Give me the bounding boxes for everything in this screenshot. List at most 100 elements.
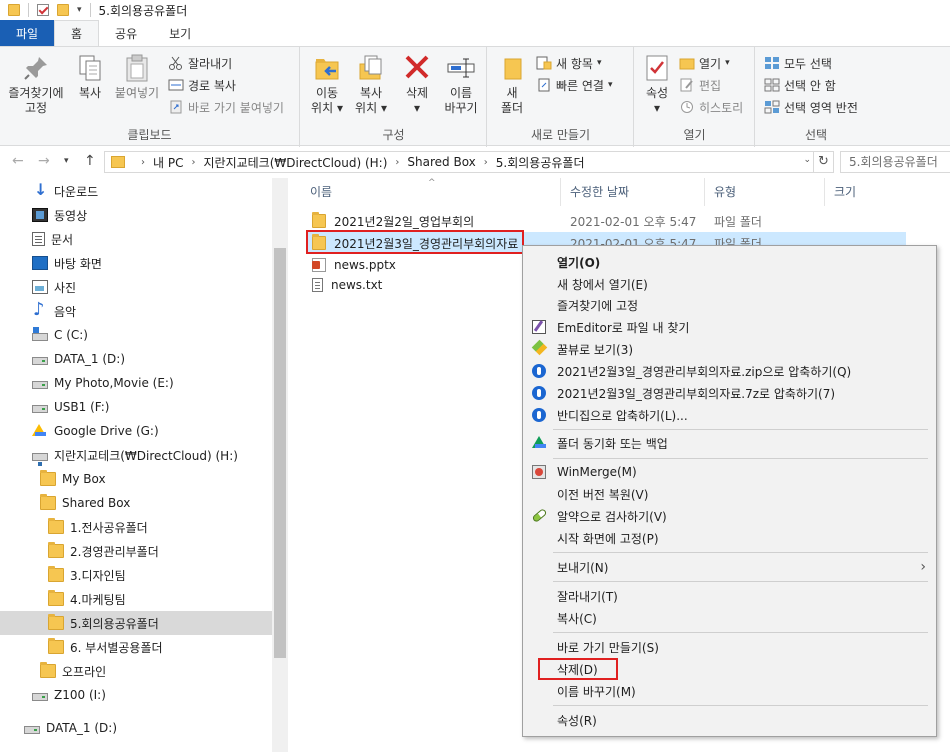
- nav-item-google-drive[interactable]: Google Drive (G:): [0, 419, 272, 443]
- copy-button[interactable]: 복사: [72, 53, 108, 101]
- menu-item-open[interactable]: 열기(O): [523, 251, 936, 273]
- nav-item-folder-2[interactable]: 2.경영관리부폴더: [0, 539, 272, 563]
- nav-item-c-drive[interactable]: C (C:): [0, 323, 272, 347]
- back-arrow-icon[interactable]: ←: [12, 153, 24, 169]
- nav-item-i-drive[interactable]: Z100 (I:): [0, 683, 272, 707]
- menu-item-open-new-window[interactable]: 새 창에서 열기(E): [523, 273, 936, 295]
- edit-button[interactable]: 편집: [679, 75, 721, 95]
- menu-item-send-to[interactable]: 보내기(N) ›: [523, 556, 936, 578]
- up-arrow-icon[interactable]: ↑: [84, 153, 96, 169]
- chevron-right-icon[interactable]: ›: [395, 157, 399, 168]
- history-button[interactable]: 히스토리: [679, 97, 743, 117]
- new-folder-icon[interactable]: [57, 4, 69, 16]
- select-all-button[interactable]: 모두 선택: [764, 53, 832, 73]
- breadcrumb-current-folder[interactable]: 5.회의용공유폴더: [496, 154, 585, 171]
- nav-item-desktop[interactable]: 바탕 화면: [0, 251, 272, 275]
- scrollbar-thumb[interactable]: [274, 248, 286, 658]
- drive-icon: [32, 381, 48, 389]
- copy-path-button[interactable]: 경로 복사: [168, 75, 236, 95]
- menu-item-bandizip-compress[interactable]: 반디집으로 압축하기(L)...: [523, 404, 936, 426]
- menu-item-create-shortcut[interactable]: 바로 가기 만들기(S): [523, 636, 936, 658]
- tab-share[interactable]: 공유: [99, 20, 153, 46]
- menu-item-restore-previous[interactable]: 이전 버전 복원(V): [523, 483, 936, 505]
- recent-locations-chevron-icon[interactable]: ▾: [64, 156, 69, 166]
- menu-item-properties[interactable]: 속성(R): [523, 709, 936, 731]
- menu-item-compress-zip[interactable]: 2021년2월3일_경영관리부회의자료.zip으로 압축하기(Q): [523, 360, 936, 382]
- menu-item-alyac-scan[interactable]: 알약으로 검사하기(V): [523, 505, 936, 527]
- address-dropdown-icon[interactable]: ⌄: [803, 155, 811, 165]
- column-divider[interactable]: [704, 178, 705, 206]
- new-folder-icon: [497, 53, 527, 83]
- nav-item-downloads[interactable]: 다운로드: [0, 179, 272, 203]
- column-divider[interactable]: [824, 178, 825, 206]
- nav-item-my-box[interactable]: My Box: [0, 467, 272, 491]
- menu-item-cut[interactable]: 잘라내기(T): [523, 585, 936, 607]
- winmerge-icon: [532, 465, 546, 479]
- menu-item-pin-start[interactable]: 시작 화면에 고정(P): [523, 527, 936, 549]
- delete-button[interactable]: 삭제 ▾: [399, 53, 435, 116]
- nav-item-folder-3[interactable]: 3.디자인팀: [0, 563, 272, 587]
- pin-quick-access-button[interactable]: 즐겨찾기에 고정: [4, 53, 68, 116]
- menu-item-rename[interactable]: 이름 바꾸기(M): [523, 680, 936, 702]
- tab-view[interactable]: 보기: [153, 20, 207, 46]
- nav-item-folder-5[interactable]: 5.회의용공유폴더: [0, 611, 272, 635]
- paste-shortcut-button[interactable]: 바로 가기 붙여넣기: [168, 97, 284, 117]
- easy-access-button[interactable]: 빠른 연결 ▾: [536, 75, 613, 95]
- breadcrumb-this-pc[interactable]: 내 PC: [153, 154, 183, 171]
- folder-icon: [8, 4, 20, 16]
- cut-button[interactable]: 잘라내기: [168, 53, 232, 73]
- move-to-button[interactable]: 이동 위치 ▾: [307, 53, 347, 116]
- menu-item-compress-7z[interactable]: 2021년2월3일_경영관리부회의자료.7z로 압축하기(7): [523, 382, 936, 404]
- column-header-type[interactable]: 유형: [706, 178, 822, 206]
- nav-item-shared-box[interactable]: Shared Box: [0, 491, 272, 515]
- new-folder-button[interactable]: 새 폴더: [494, 53, 530, 116]
- nav-item-d-drive-network[interactable]: DATA_1 (D:): [0, 716, 272, 740]
- column-divider[interactable]: [560, 178, 561, 206]
- nav-item-documents[interactable]: 문서: [0, 227, 272, 251]
- column-header-size[interactable]: 크기: [826, 178, 906, 206]
- breadcrumb-shared-box[interactable]: Shared Box: [407, 155, 475, 169]
- nav-item-e-drive[interactable]: My Photo,Movie (E:): [0, 371, 272, 395]
- drive-icon: [24, 726, 40, 734]
- chevron-right-icon[interactable]: ›: [191, 157, 195, 168]
- rename-button[interactable]: 이름 바꾸기: [441, 53, 481, 116]
- forward-arrow-icon[interactable]: →: [38, 153, 50, 169]
- chevron-right-icon[interactable]: ›: [484, 157, 488, 168]
- customize-toolbar-dropdown-icon[interactable]: ▾: [77, 5, 82, 15]
- address-bar[interactable]: › 내 PC › 지란지교테크(₩DirectCloud) (H:) › Sha…: [104, 151, 834, 173]
- nav-item-music[interactable]: 음악: [0, 299, 272, 323]
- invert-selection-button[interactable]: 선택 영역 반전: [764, 97, 858, 117]
- tab-home[interactable]: 홈: [54, 20, 100, 46]
- properties-button[interactable]: 속성 ▾: [639, 53, 675, 116]
- nav-item-f-drive[interactable]: USB1 (F:): [0, 395, 272, 419]
- paste-button[interactable]: 붙여넣기: [112, 53, 162, 101]
- nav-item-folder-6[interactable]: 6. 부서별공용폴더: [0, 635, 272, 659]
- new-item-button[interactable]: 새 항목 ▾: [536, 53, 601, 73]
- nav-item-offline[interactable]: 오프라인: [0, 659, 272, 683]
- nav-item-pictures[interactable]: 사진: [0, 275, 272, 299]
- nav-item-folder-4[interactable]: 4.마케팅팀: [0, 587, 272, 611]
- nav-item-folder-1[interactable]: 1.전사공유폴더: [0, 515, 272, 539]
- menu-item-folder-sync[interactable]: 폴더 동기화 또는 백업: [523, 432, 936, 454]
- menu-item-copy[interactable]: 복사(C): [523, 607, 936, 629]
- menu-item-winmerge[interactable]: WinMerge(M): [523, 461, 936, 483]
- breadcrumb-h-drive[interactable]: 지란지교테크(₩DirectCloud) (H:): [203, 154, 387, 171]
- search-input[interactable]: 5.회의용공유폴더: [840, 151, 950, 173]
- chevron-right-icon[interactable]: ›: [141, 157, 145, 168]
- file-row[interactable]: 2021년2월2일_영업부회의 2021-02-01 오후 5:47 파일 폴더: [306, 210, 906, 232]
- properties-check-icon[interactable]: [37, 4, 49, 16]
- select-none-button[interactable]: 선택 안 함: [764, 75, 836, 95]
- delete-x-icon: [402, 53, 432, 83]
- tab-file[interactable]: 파일: [0, 20, 54, 46]
- copy-to-button[interactable]: 복사 위치 ▾: [351, 53, 391, 116]
- nav-item-videos[interactable]: 동영상: [0, 203, 272, 227]
- column-header-date[interactable]: 수정한 날짜: [562, 178, 702, 206]
- open-button[interactable]: 열기 ▾: [679, 53, 730, 73]
- menu-item-emeditor-search[interactable]: EmEditor로 파일 내 찾기: [523, 316, 936, 338]
- nav-item-h-drive[interactable]: 지란지교테크(₩DirectCloud) (H:): [0, 443, 272, 467]
- nav-item-d-drive[interactable]: DATA_1 (D:): [0, 347, 272, 371]
- navigation-scrollbar[interactable]: [272, 178, 288, 752]
- menu-item-honeyview[interactable]: 꿀뷰로 보기(3): [523, 338, 936, 360]
- refresh-icon[interactable]: ↻: [813, 152, 833, 172]
- menu-item-pin-quick-access[interactable]: 즐겨찾기에 고정: [523, 294, 936, 316]
